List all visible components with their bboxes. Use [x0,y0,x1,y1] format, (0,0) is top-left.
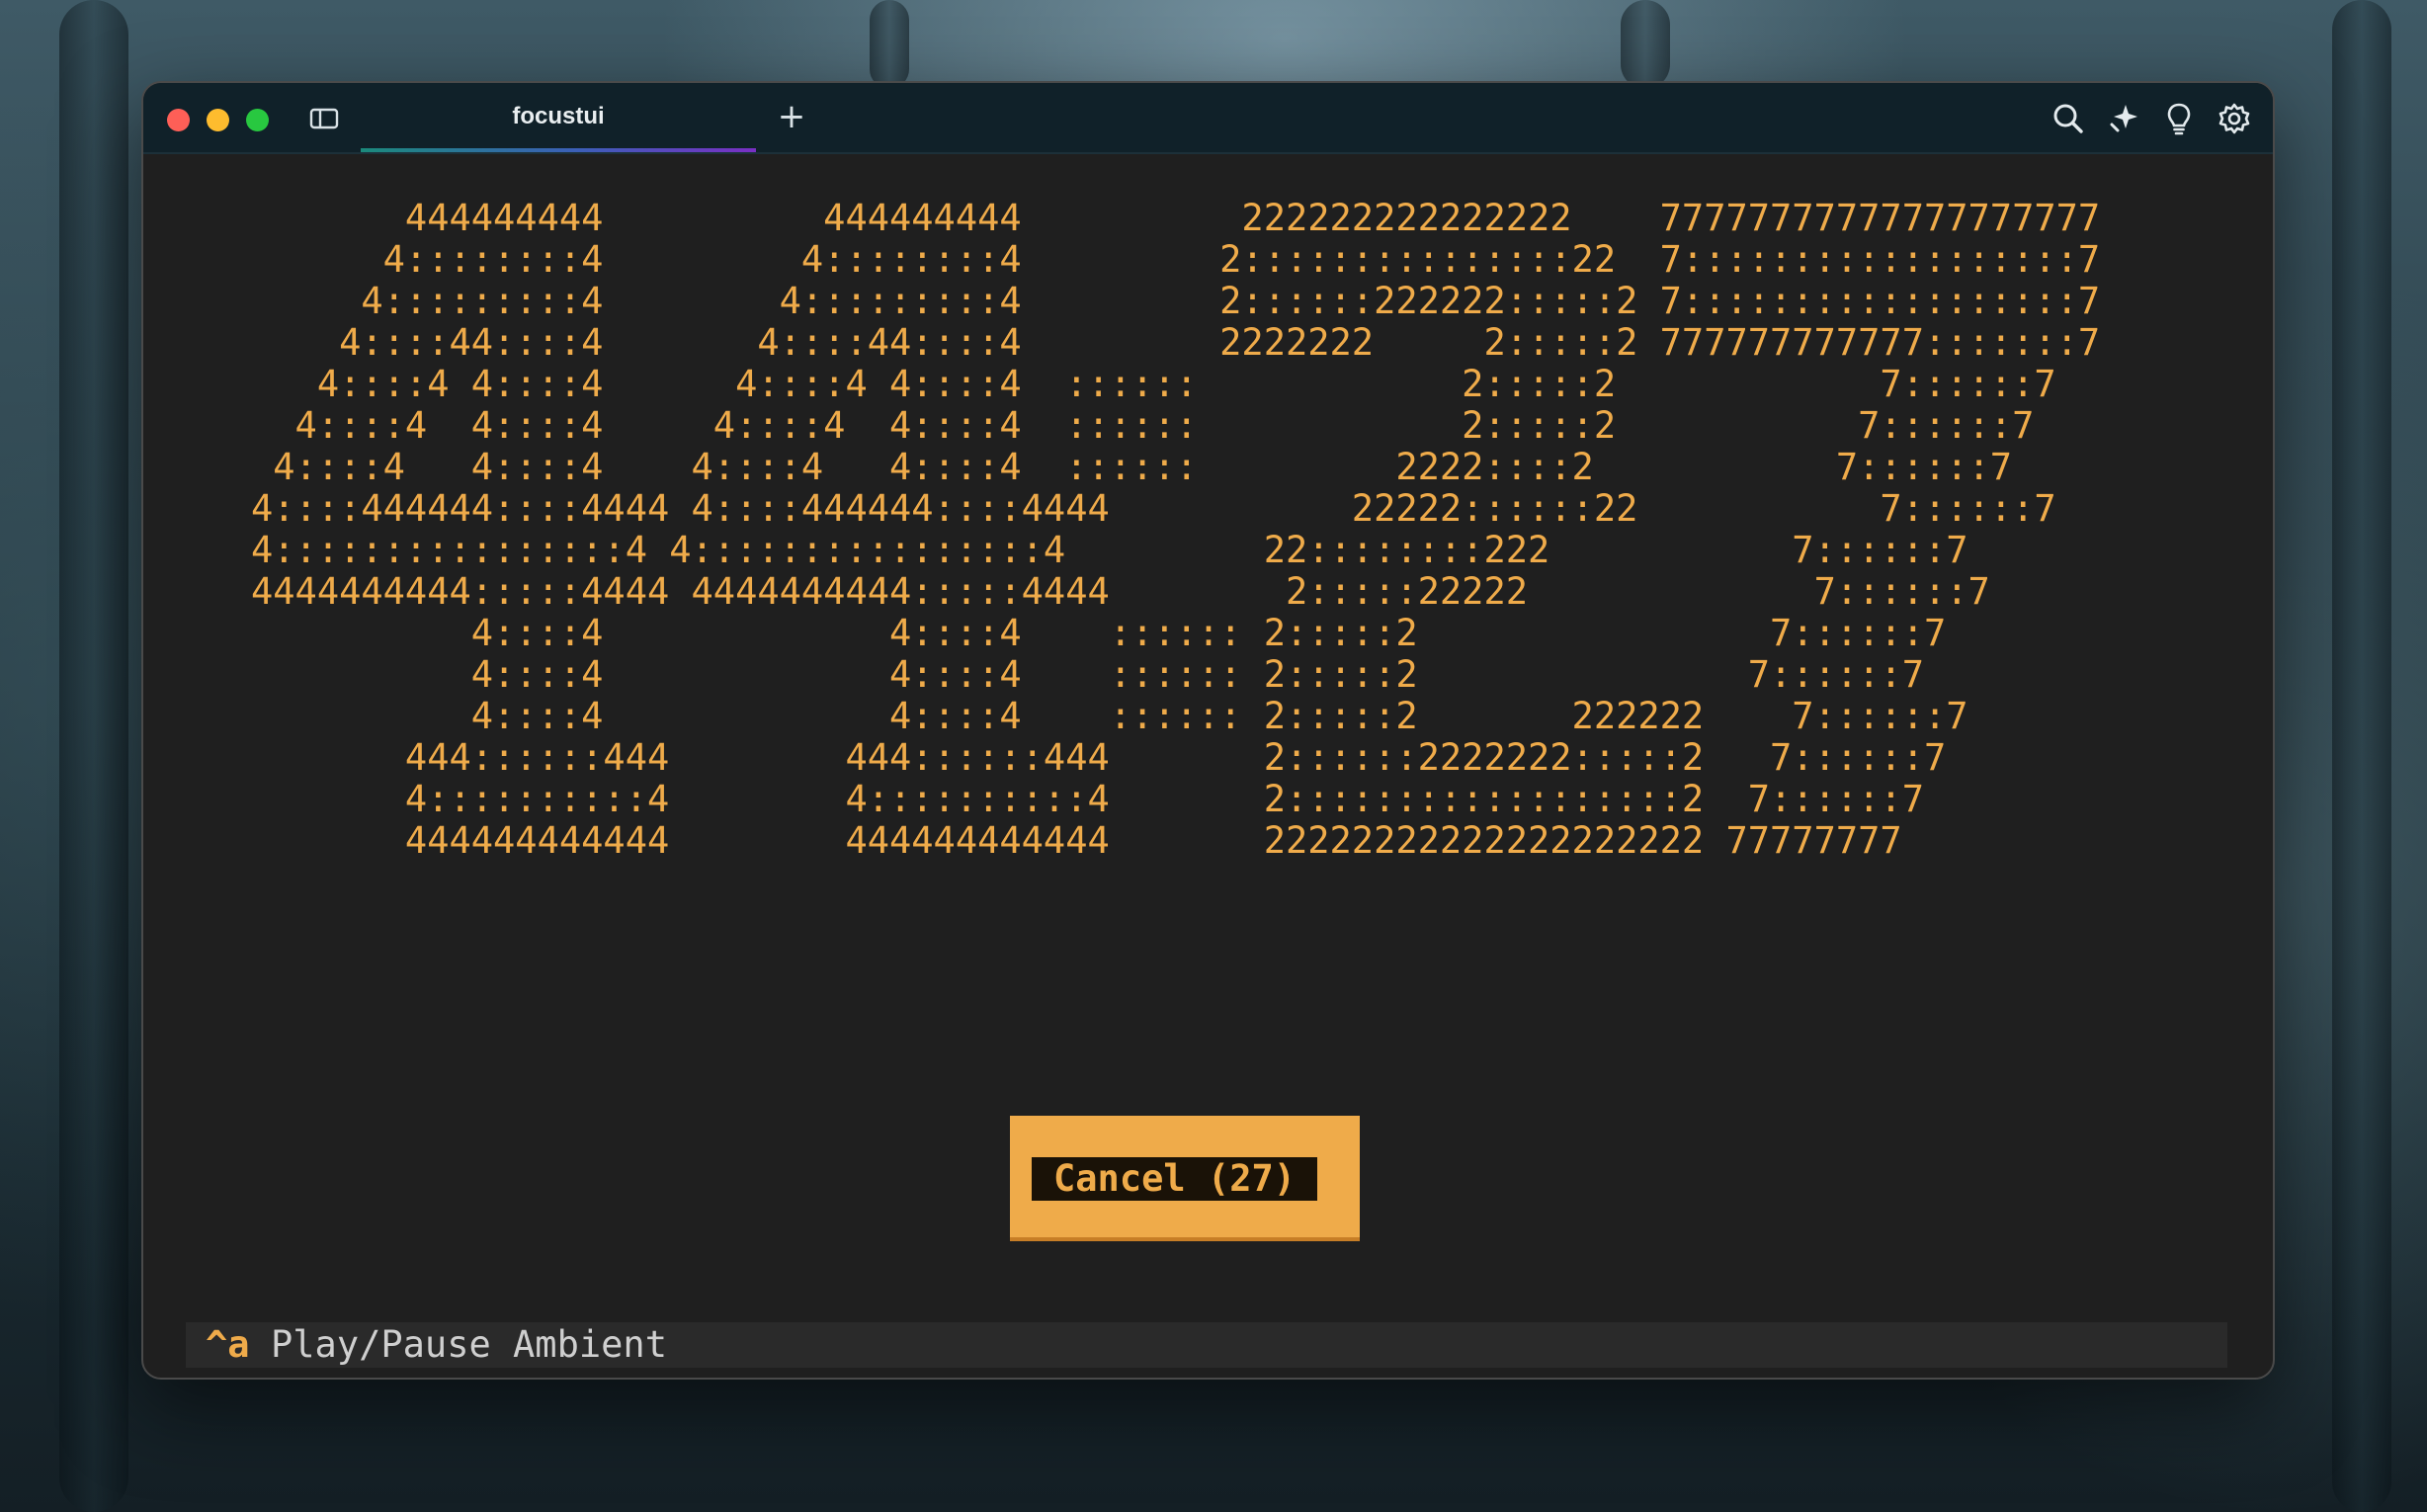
close-window-button[interactable] [167,109,190,131]
new-tab-button[interactable]: + [772,97,811,136]
sidebar-toggle-icon[interactable] [309,107,339,130]
wallpaper-trunk [1621,0,1670,89]
cancel-button-label: Cancel (27) [1032,1157,1318,1201]
wallpaper-trunk [2332,0,2391,1512]
wallpaper-trunk [870,0,909,89]
sparkle-icon[interactable] [2104,99,2143,138]
status-shortcut-label: Play/Pause Ambient [271,1323,667,1366]
ascii-art-427: 444444444 444444444 222222222222222 7777… [251,198,2293,889]
search-icon[interactable] [2049,99,2088,138]
title-bar: focustui + [143,83,2273,154]
wallpaper-trunk [59,0,128,1512]
status-bar: ^a Play/Pause Ambient [186,1322,2227,1368]
minimize-window-button[interactable] [207,109,229,131]
tab-focustui[interactable]: focustui [361,83,756,152]
cancel-button[interactable]: Cancel (27) [1010,1116,1360,1241]
tab-active-indicator [361,148,756,152]
tab-label: focustui [512,103,605,129]
gear-icon[interactable] [2215,99,2254,138]
ascii-art-text: 444444444 444444444 222222222222222 7777… [251,197,2101,862]
status-shortcut-key: ^a [206,1323,250,1366]
lightbulb-icon[interactable] [2159,99,2199,138]
zoom-window-button[interactable] [246,109,269,131]
